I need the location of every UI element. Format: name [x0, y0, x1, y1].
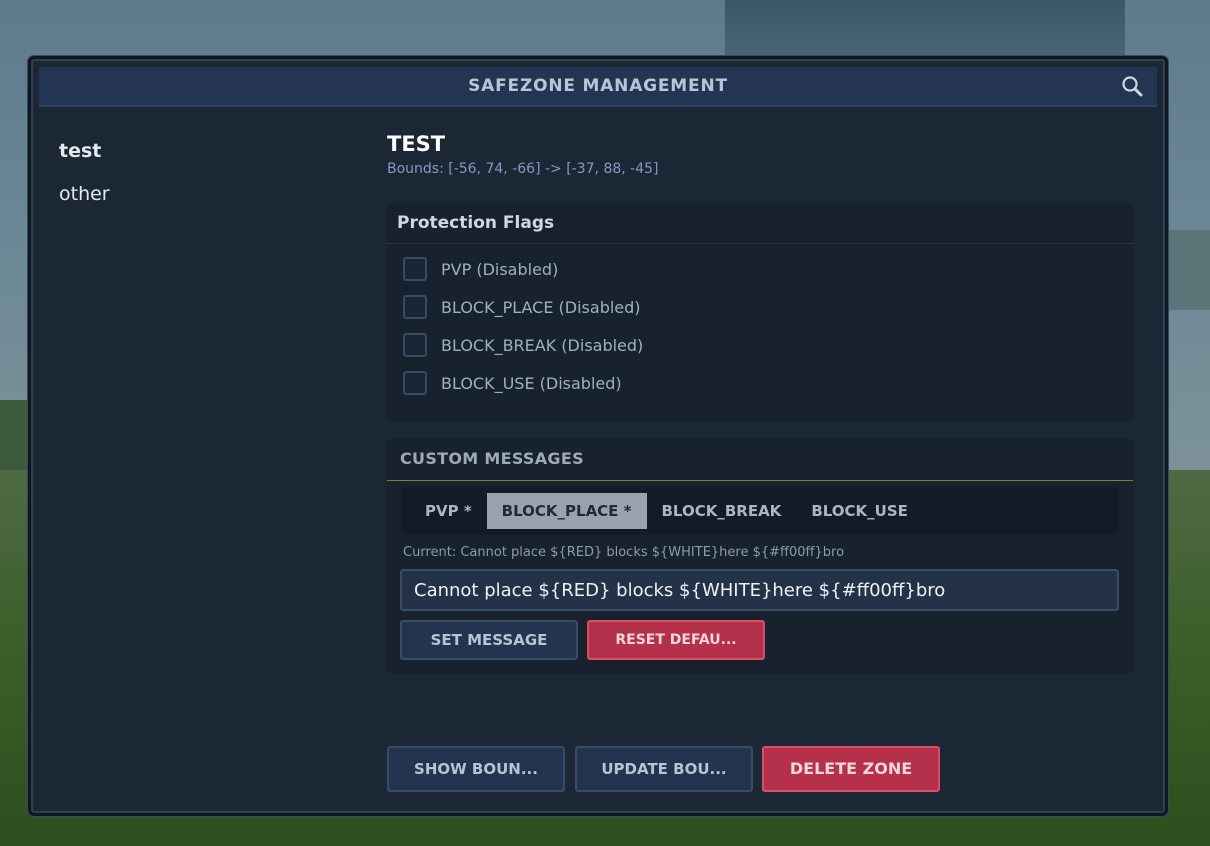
flag-row-block-place[interactable]: BLOCK_PLACE (Disabled)	[387, 288, 1133, 326]
update-bounds-button[interactable]: UPDATE BOU...	[575, 746, 753, 792]
custom-messages-section: CUSTOM MESSAGES PVP * BLOCK_PLACE * BLOC…	[387, 438, 1133, 674]
message-input[interactable]	[400, 569, 1119, 611]
background-block	[1166, 230, 1210, 310]
protection-flags-section: Protection Flags PVP (Disabled) BLOCK_PL…	[387, 203, 1133, 422]
custom-messages-header: CUSTOM MESSAGES	[387, 438, 1133, 481]
tab-block-use[interactable]: BLOCK_USE	[796, 493, 923, 529]
flag-checkbox[interactable]	[403, 333, 427, 357]
flag-checkbox[interactable]	[403, 257, 427, 281]
zone-details: TEST Bounds: [-56, 74, -66] -> [-37, 88,…	[387, 129, 1133, 792]
title-bar: SAFEZONE MANAGEMENT	[39, 67, 1157, 107]
flag-row-pvp[interactable]: PVP (Disabled)	[387, 250, 1133, 288]
safezone-panel: SAFEZONE MANAGEMENT test other TEST Boun…	[28, 56, 1168, 816]
zone-list: test other	[59, 135, 359, 221]
flag-checkbox[interactable]	[403, 371, 427, 395]
flag-label: BLOCK_PLACE (Disabled)	[441, 297, 641, 317]
search-icon[interactable]	[1121, 75, 1143, 97]
flag-checkbox[interactable]	[403, 295, 427, 319]
protection-flags-header: Protection Flags	[387, 203, 1133, 244]
flag-row-block-break[interactable]: BLOCK_BREAK (Disabled)	[387, 326, 1133, 364]
set-message-button[interactable]: SET MESSAGE	[400, 620, 578, 660]
tab-block-place[interactable]: BLOCK_PLACE *	[486, 493, 647, 529]
reset-default-button[interactable]: RESET DEFAU...	[587, 620, 765, 660]
zone-bounds: Bounds: [-56, 74, -66] -> [-37, 88, -45]	[387, 161, 659, 177]
current-message: Current: Cannot place ${RED} blocks ${WH…	[403, 545, 845, 560]
zone-item-test[interactable]: test	[59, 135, 359, 178]
background-block	[0, 400, 30, 470]
tab-pvp[interactable]: PVP *	[425, 493, 487, 529]
message-tabs: PVP * BLOCK_PLACE * BLOCK_BREAK BLOCK_US…	[401, 487, 1119, 535]
flag-label: BLOCK_BREAK (Disabled)	[441, 335, 644, 355]
flag-label: BLOCK_USE (Disabled)	[441, 373, 622, 393]
background-building	[725, 0, 1125, 60]
delete-zone-button[interactable]: DELETE ZONE	[762, 746, 940, 792]
zone-item-other[interactable]: other	[59, 178, 359, 221]
show-bounds-button[interactable]: SHOW BOUN...	[387, 746, 565, 792]
flag-label: PVP (Disabled)	[441, 259, 559, 279]
flag-row-block-use[interactable]: BLOCK_USE (Disabled)	[387, 364, 1133, 402]
tab-block-break[interactable]: BLOCK_BREAK	[647, 493, 797, 529]
zone-title: TEST	[387, 132, 446, 156]
window-title: SAFEZONE MANAGEMENT	[468, 76, 728, 96]
